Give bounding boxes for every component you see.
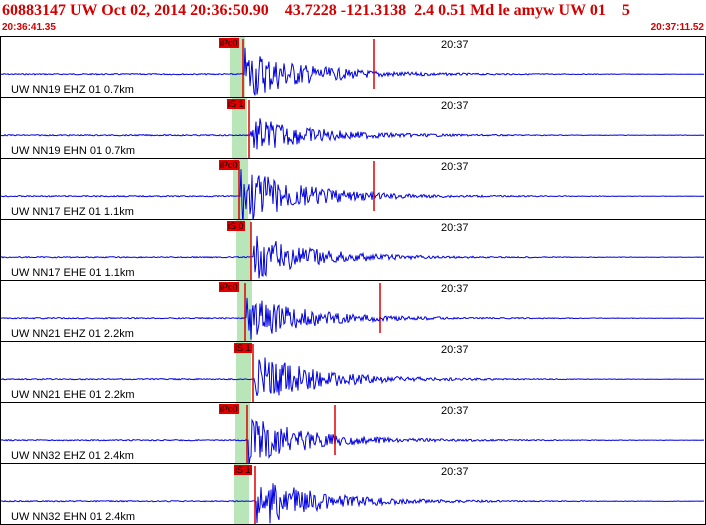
- time-tick-label: 20:37: [441, 161, 469, 173]
- phase-pick-label[interactable]: iPc0: [219, 282, 239, 292]
- trace-panel: iS 1 20:37 UW NN19 EHN 01 0.7km: [0, 97, 706, 159]
- phase-pick-label[interactable]: iS 1: [234, 343, 252, 353]
- trace-panel: iS 1 20:37 UW NN21 EHE 01 2.2km: [0, 341, 706, 403]
- phase-pick-label[interactable]: iPc0: [219, 38, 239, 48]
- seismogram-traces: iPc0 20:37 UW NN19 EHZ 01 0.7km iS 1 20:37 UW…: [0, 36, 706, 525]
- trace-panel: iS 1 20:37 UW NN32 EHN 01 2.4km: [0, 463, 706, 525]
- channel-label: UW NN19 EHZ 01 0.7km: [11, 84, 134, 96]
- start-time: 20:36:41.35: [2, 22, 56, 33]
- end-time: 20:37:11.52: [650, 22, 704, 33]
- phase-pick-label[interactable]: iS 1: [227, 99, 245, 109]
- time-tick-label: 20:37: [441, 100, 469, 112]
- event-title: 60883147 UW Oct 02, 2014 20:36:50.90 43.…: [2, 2, 630, 19]
- phase-pick-label[interactable]: iS 0: [227, 221, 245, 231]
- time-tick-label: 20:37: [441, 405, 469, 417]
- channel-label: UW NN21 EHZ 01 2.2km: [11, 328, 134, 340]
- phase-pick-label[interactable]: iS 1: [234, 465, 252, 475]
- trace-panel: iPc0 20:37 UW NN21 EHZ 01 2.2km: [0, 280, 706, 342]
- time-tick-label: 20:37: [441, 344, 469, 356]
- phase-pick-label[interactable]: iPc0: [219, 160, 239, 170]
- time-tick-label: 20:37: [441, 222, 469, 234]
- time-tick-label: 20:37: [441, 39, 469, 51]
- channel-label: UW NN32 EHN 01 2.4km: [11, 511, 136, 523]
- trace-panel: iPc0 20:37 UW NN19 EHZ 01 0.7km: [0, 36, 706, 98]
- time-tick-label: 20:37: [441, 466, 469, 478]
- channel-label: UW NN19 EHN 01 0.7km: [11, 145, 136, 157]
- time-tick-label: 20:37: [441, 283, 469, 295]
- channel-label: UW NN32 EHZ 01 2.4km: [11, 450, 134, 462]
- channel-label: UW NN21 EHE 01 2.2km: [11, 389, 135, 401]
- trace-panel: iPc0 20:37 UW NN32 EHZ 01 2.4km: [0, 402, 706, 464]
- trace-panel: iS 0 20:37 UW NN17 EHE 01 1.1km: [0, 219, 706, 281]
- trace-panel: iPc0 20:37 UW NN17 EHZ 01 1.1km: [0, 158, 706, 220]
- channel-label: UW NN17 EHZ 01 1.1km: [11, 206, 134, 218]
- phase-pick-label[interactable]: iPc0: [219, 404, 239, 414]
- channel-label: UW NN17 EHE 01 1.1km: [11, 267, 135, 279]
